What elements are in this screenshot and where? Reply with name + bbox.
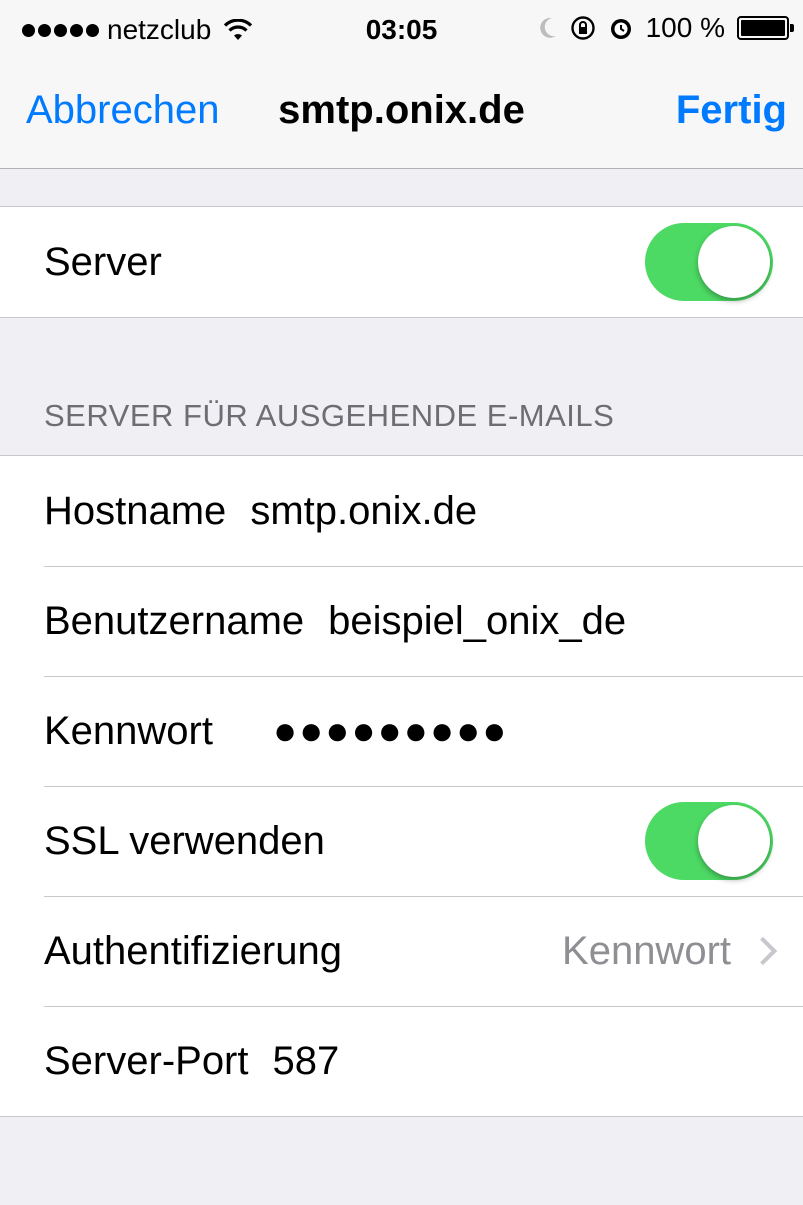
username-field[interactable]: beispiel_onix_de — [328, 599, 626, 644]
ssl-label: SSL verwenden — [44, 818, 325, 863]
port-row[interactable]: Server-Port 587 — [0, 1006, 803, 1116]
ssl-toggle[interactable] — [645, 802, 773, 880]
auth-value: Kennwort — [562, 928, 731, 973]
password-row[interactable]: Kennwort ●●●●●●●●● — [0, 676, 803, 786]
toggle-knob — [698, 226, 770, 298]
cancel-button[interactable]: Abbrechen — [26, 88, 219, 133]
battery-percent: 100 % — [645, 12, 725, 43]
server-label: Server — [44, 239, 162, 284]
toggle-knob — [698, 805, 770, 877]
username-row[interactable]: Benutzername beispiel_onix_de — [0, 566, 803, 676]
username-label: Benutzername — [44, 598, 305, 643]
auth-row[interactable]: Authentifizierung Kennwort — [0, 896, 803, 1006]
password-field[interactable]: ●●●●●●●●● — [273, 709, 508, 754]
server-toggle-group: Server — [0, 206, 803, 318]
auth-label: Authentifizierung — [44, 928, 342, 973]
ssl-row: SSL verwenden — [0, 786, 803, 896]
alarm-icon — [610, 19, 631, 39]
hostname-label: Hostname — [44, 488, 227, 533]
outgoing-server-group: Hostname smtp.onix.de Benutzername beisp… — [0, 455, 803, 1117]
rotation-lock-icon — [570, 16, 595, 40]
server-toggle[interactable] — [645, 223, 773, 301]
battery-icon — [737, 16, 794, 40]
password-label: Kennwort — [44, 708, 213, 753]
auth-value-container: Kennwort — [562, 896, 778, 1006]
port-label: Server-Port — [44, 1038, 249, 1083]
moon-icon — [539, 17, 556, 38]
hostname-field[interactable]: smtp.onix.de — [250, 489, 477, 534]
section-header-outgoing: SERVER FÜR AUSGEHENDE E-MAILS — [44, 398, 615, 433]
port-field[interactable]: 587 — [273, 1039, 340, 1084]
battery-fill — [741, 20, 785, 36]
status-right: 100 % — [538, 12, 794, 44]
server-row: Server — [0, 207, 803, 317]
chevron-right-icon — [748, 936, 778, 966]
status-bar: netzclub 03:05 100 % — [0, 0, 803, 64]
navigation-bar: Abbrechen smtp.onix.de Fertig — [0, 64, 803, 169]
done-button[interactable]: Fertig — [676, 88, 787, 133]
hostname-row[interactable]: Hostname smtp.onix.de — [0, 456, 803, 566]
